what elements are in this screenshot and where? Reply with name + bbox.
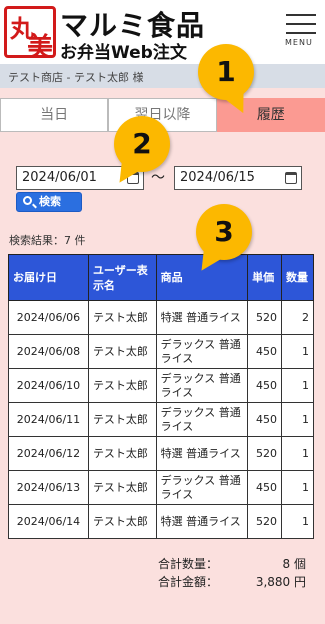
app-header: 丸 美 マルミ食品 お弁当Web注文 MENU xyxy=(0,0,325,64)
hamburger-icon-bar xyxy=(286,23,316,25)
cell-quantity: 1 xyxy=(281,436,314,471)
cell-user-name: テスト太郎 xyxy=(87,470,157,505)
cell-unit-price: 450 xyxy=(247,402,283,437)
hamburger-icon xyxy=(286,14,316,16)
table-row: 2024/06/10 テスト太郎 デラックス 普通ライス 450 1 xyxy=(8,368,314,403)
total-quantity-value: 8 個 xyxy=(282,557,306,571)
table-row: 2024/06/08 テスト太郎 デラックス 普通ライス 450 1 xyxy=(8,334,314,369)
total-amount-value: 3,880 円 xyxy=(255,575,306,589)
cell-unit-price: 450 xyxy=(247,368,283,403)
search-button-label: 検索 xyxy=(39,195,61,208)
cell-user-name: テスト太郎 xyxy=(87,504,157,539)
column-header-user-name[interactable]: ユーザー表示名 xyxy=(87,254,157,301)
cell-delivery-date: 2024/06/11 xyxy=(8,402,89,437)
cell-product: 特選 普通ライス xyxy=(155,300,249,335)
cell-delivery-date: 2024/06/10 xyxy=(8,368,89,403)
total-amount-label: 合計金額： xyxy=(158,575,219,589)
calendar-icon[interactable] xyxy=(285,172,297,184)
logo-char-2: 美 xyxy=(27,33,54,58)
search-button[interactable]: 検索 xyxy=(16,192,82,212)
cell-user-name: テスト太郎 xyxy=(87,300,157,335)
cell-product: デラックス 普通ライス xyxy=(155,402,249,437)
table-row: 2024/06/14 テスト太郎 特選 普通ライス 520 1 xyxy=(8,504,314,539)
total-quantity-row: 合計数量： 8 個 xyxy=(158,555,306,573)
brand-logo[interactable]: 丸 美 xyxy=(4,6,56,58)
cell-delivery-date: 2024/06/13 xyxy=(8,470,89,505)
cell-quantity: 1 xyxy=(281,504,314,539)
cell-delivery-date: 2024/06/08 xyxy=(8,334,89,369)
cell-user-name: テスト太郎 xyxy=(87,402,157,437)
date-range-separator: 〜 xyxy=(151,170,165,186)
table-row: 2024/06/06 テスト太郎 特選 普通ライス 520 2 xyxy=(8,300,314,335)
brand-subtitle: お弁当Web注文 xyxy=(60,43,187,63)
menu-button[interactable]: MENU xyxy=(284,12,318,50)
cell-quantity: 1 xyxy=(281,334,314,369)
cell-unit-price: 520 xyxy=(247,436,283,471)
column-header-quantity[interactable]: 数量 xyxy=(281,254,314,301)
callout-badge-3: 3 xyxy=(196,204,252,260)
cell-user-name: テスト太郎 xyxy=(87,436,157,471)
hamburger-icon-bar xyxy=(286,32,316,34)
cell-product: デラックス 普通ライス xyxy=(155,334,249,369)
cell-delivery-date: 2024/06/12 xyxy=(8,436,89,471)
column-header-unit-price[interactable]: 単価 xyxy=(247,254,283,301)
cell-quantity: 1 xyxy=(281,402,314,437)
search-icon xyxy=(23,196,32,205)
cell-quantity: 1 xyxy=(281,470,314,505)
column-header-delivery-date[interactable]: お届け日 xyxy=(8,254,89,301)
user-info-bar: テスト商店 - テスト太郎 様 xyxy=(0,64,325,88)
cell-product: 特選 普通ライス xyxy=(155,504,249,539)
cell-product: デラックス 普通ライス xyxy=(155,368,249,403)
cell-product: デラックス 普通ライス xyxy=(155,470,249,505)
cell-unit-price: 450 xyxy=(247,470,283,505)
order-history-table: お届け日 ユーザー表示名 商品 単価 数量 2024/06/06 テスト太郎 特… xyxy=(8,254,314,539)
cell-delivery-date: 2024/06/06 xyxy=(8,300,89,335)
table-row: 2024/06/11 テスト太郎 デラックス 普通ライス 450 1 xyxy=(8,402,314,437)
cell-user-name: テスト太郎 xyxy=(87,334,157,369)
table-row: 2024/06/12 テスト太郎 特選 普通ライス 520 1 xyxy=(8,436,314,471)
callout-badge-1: 1 xyxy=(198,44,254,100)
tab-today[interactable]: 当日 xyxy=(0,98,109,132)
cell-delivery-date: 2024/06/14 xyxy=(8,504,89,539)
table-header-row: お届け日 ユーザー表示名 商品 単価 数量 xyxy=(8,254,314,301)
cell-unit-price: 450 xyxy=(247,334,283,369)
cell-product: 特選 普通ライス xyxy=(155,436,249,471)
cell-unit-price: 520 xyxy=(247,504,283,539)
cell-unit-price: 520 xyxy=(247,300,283,335)
date-to-input[interactable]: 2024/06/15 xyxy=(174,166,302,190)
cell-user-name: テスト太郎 xyxy=(87,368,157,403)
result-count: 検索結果：7 件 xyxy=(9,234,86,247)
order-totals: 合計数量： 8 個 合計金額： 3,880 円 xyxy=(158,555,306,591)
cell-quantity: 1 xyxy=(281,368,314,403)
callout-badge-2: 2 xyxy=(114,116,170,172)
menu-label: MENU xyxy=(285,38,313,47)
table-row: 2024/06/13 テスト太郎 デラックス 普通ライス 450 1 xyxy=(8,470,314,505)
total-quantity-label: 合計数量： xyxy=(158,557,219,571)
cell-quantity: 2 xyxy=(281,300,314,335)
total-amount-row: 合計金額： 3,880 円 xyxy=(158,573,306,591)
